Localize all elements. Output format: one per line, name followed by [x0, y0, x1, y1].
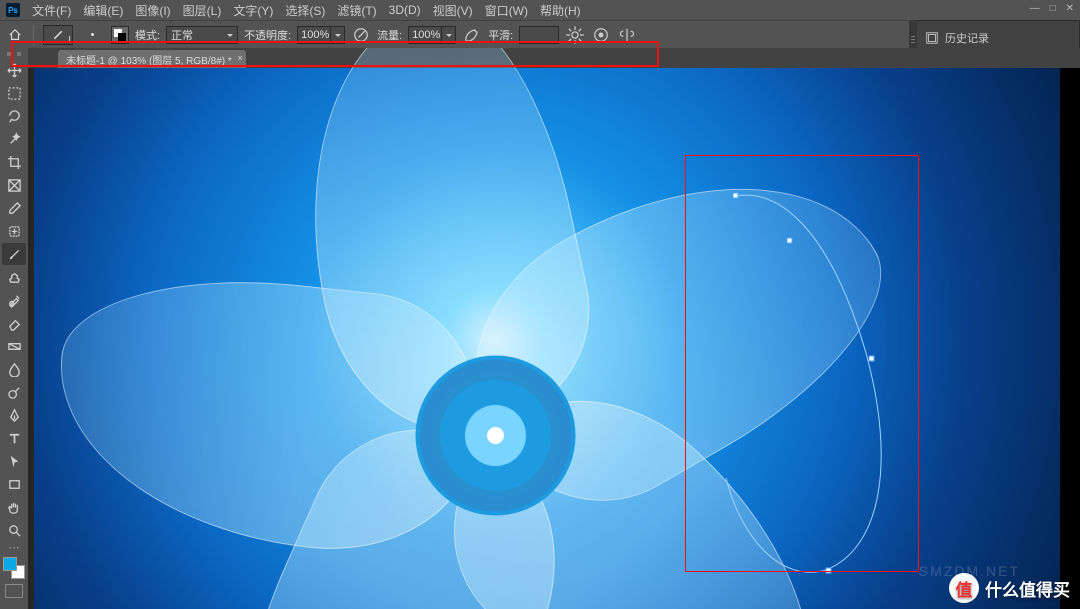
toolbar-more[interactable]: ⋯: [2, 542, 26, 552]
watermark-badge-icon: 值: [949, 573, 979, 603]
canvas-pasteboard: [1060, 68, 1080, 609]
canvas-area[interactable]: 未标题-1 @ 103% (图层 5, RGB/8#) * ×: [28, 48, 1080, 609]
opacity-dropdown[interactable]: [331, 26, 345, 44]
menu-edit[interactable]: 编辑(E): [83, 2, 123, 19]
menu-help[interactable]: 帮助(H): [540, 2, 581, 19]
tool-preset-picker[interactable]: [43, 25, 73, 45]
menu-window[interactable]: 窗口(W): [485, 2, 528, 19]
gradient-tool[interactable]: [2, 335, 26, 357]
crop-tool[interactable]: [2, 151, 26, 173]
app-logo: Ps: [6, 3, 20, 17]
smooth-settings-icon[interactable]: [565, 25, 585, 45]
brush-panel-toggle[interactable]: [111, 26, 129, 44]
history-panel-label: 历史记录: [945, 30, 989, 46]
opacity-pressure-icon[interactable]: [351, 25, 371, 45]
menu-view[interactable]: 视图(V): [433, 2, 473, 19]
dodge-tool[interactable]: [2, 381, 26, 403]
move-tool[interactable]: [2, 59, 26, 81]
menu-image[interactable]: 图像(I): [135, 2, 170, 19]
path-select-tool[interactable]: [2, 450, 26, 472]
eraser-tool[interactable]: [2, 312, 26, 334]
symmetry-icon[interactable]: [617, 25, 637, 45]
menu-select[interactable]: 选择(S): [285, 2, 325, 19]
opacity-input[interactable]: 100%: [297, 26, 331, 44]
menu-layer[interactable]: 图层(L): [183, 2, 222, 19]
brush-preset-picker[interactable]: [79, 25, 105, 45]
butterfly-icon: [617, 25, 637, 45]
rectangle-tool[interactable]: [2, 473, 26, 495]
lasso-tool[interactable]: [2, 105, 26, 127]
menu-type[interactable]: 文字(Y): [233, 2, 273, 19]
tools-panel: ⋯: [0, 48, 28, 609]
mode-label: 模式:: [135, 27, 160, 43]
toolbar-grip[interactable]: [7, 52, 21, 56]
marquee-tool[interactable]: [2, 82, 26, 104]
menu-bar: Ps 文件(F) 编辑(E) 图像(I) 图层(L) 文字(Y) 选择(S) 滤…: [0, 0, 1080, 20]
document-tab[interactable]: 未标题-1 @ 103% (图层 5, RGB/8#) * ×: [58, 50, 246, 68]
watermark-text: 什么值得买: [985, 576, 1070, 601]
window-close-icon[interactable]: ✕: [1066, 3, 1074, 14]
pen-tool[interactable]: [2, 404, 26, 426]
canvas[interactable]: [34, 68, 1060, 609]
menu-3d[interactable]: 3D(D): [389, 3, 421, 17]
spot-heal-tool[interactable]: [2, 220, 26, 242]
home-button[interactable]: [6, 26, 24, 44]
eyedropper-tool[interactable]: [2, 197, 26, 219]
type-tool[interactable]: [2, 427, 26, 449]
foreground-color-swatch[interactable]: [3, 557, 17, 571]
airbrush-icon[interactable]: [462, 25, 482, 45]
hand-tool[interactable]: [2, 496, 26, 518]
blend-mode-select[interactable]: 正常: [166, 26, 238, 44]
flow-dropdown[interactable]: [442, 26, 456, 44]
flow-label: 流量:: [377, 27, 402, 43]
close-tab-icon[interactable]: ×: [238, 53, 243, 63]
brush-tool[interactable]: [2, 243, 26, 265]
window-minimize-icon[interactable]: —: [1030, 3, 1040, 14]
document-tabs: 未标题-1 @ 103% (图层 5, RGB/8#) * ×: [28, 48, 1080, 68]
frame-tool[interactable]: [2, 174, 26, 196]
document-tab-title: 未标题-1 @ 103% (图层 5, RGB/8#) *: [66, 52, 232, 67]
flow-input[interactable]: 100%: [408, 26, 442, 44]
magic-wand-tool[interactable]: [2, 128, 26, 150]
fan-hub: [416, 356, 576, 516]
gear-icon: [565, 25, 585, 45]
history-icon: [925, 31, 939, 45]
watermark: 值 什么值得买: [949, 573, 1070, 603]
size-pressure-icon[interactable]: [591, 25, 611, 45]
opacity-label: 不透明度:: [244, 27, 291, 43]
color-picker[interactable]: [3, 557, 25, 579]
clone-stamp-tool[interactable]: [2, 266, 26, 288]
window-maximize-icon[interactable]: □: [1050, 3, 1056, 14]
menu-filter[interactable]: 滤镜(T): [337, 2, 376, 19]
smooth-input[interactable]: [519, 26, 559, 44]
history-brush-tool[interactable]: [2, 289, 26, 311]
zoom-tool[interactable]: [2, 519, 26, 541]
quick-mask-toggle[interactable]: [5, 584, 23, 598]
smooth-label: 平滑:: [488, 27, 513, 43]
menu-file[interactable]: 文件(F): [32, 2, 71, 19]
blur-tool[interactable]: [2, 358, 26, 380]
home-icon: [8, 28, 22, 42]
brush-icon: [52, 29, 64, 41]
